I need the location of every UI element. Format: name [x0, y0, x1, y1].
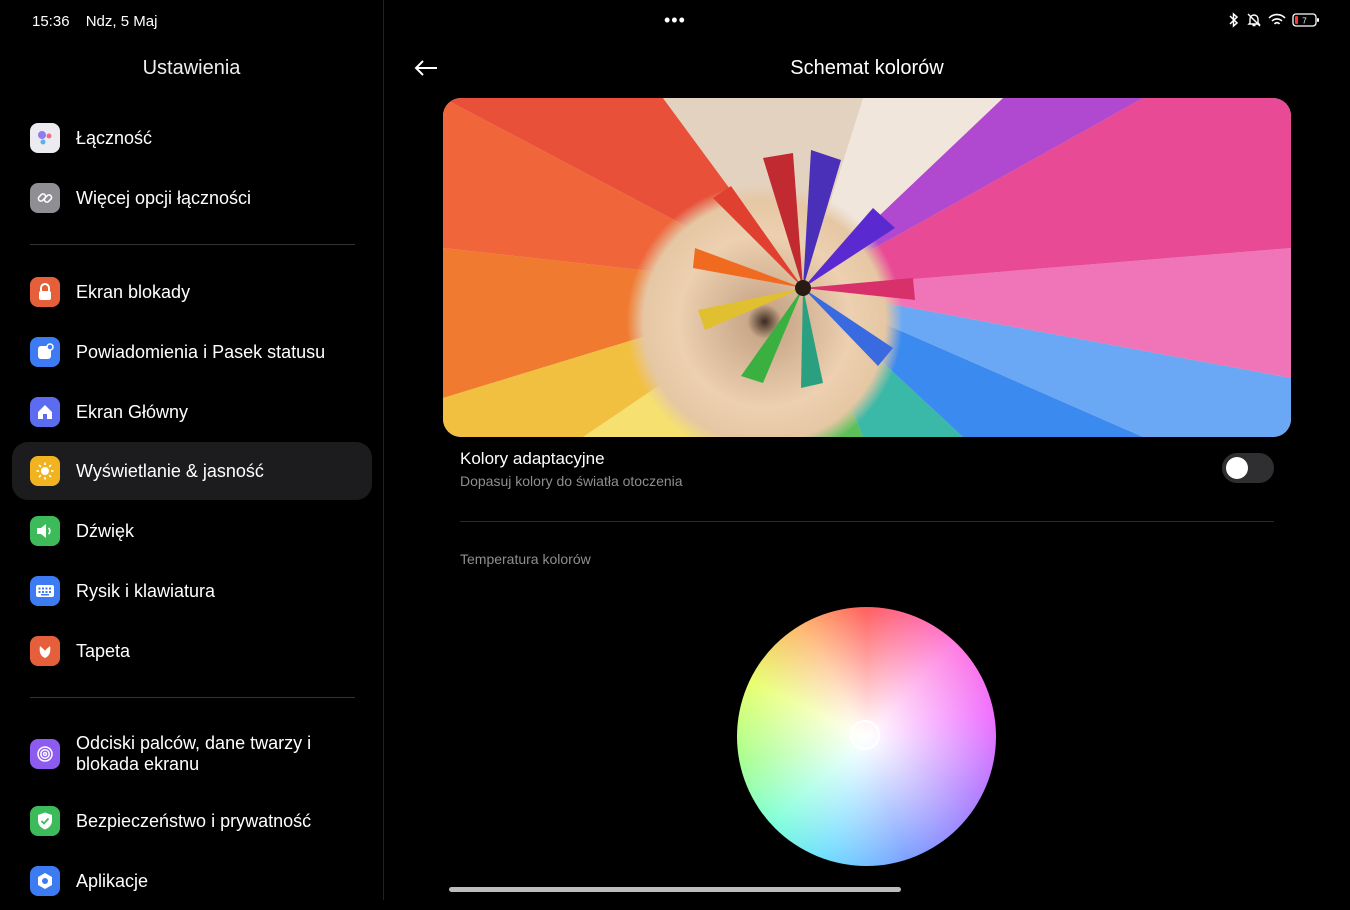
sidebar-item-more-connectivity[interactable]: Więcej opcji łączności [12, 169, 372, 227]
svg-text:7: 7 [1302, 17, 1307, 26]
sidebar-item-label: Łączność [76, 127, 153, 148]
home-gesture-bar[interactable] [449, 887, 901, 892]
sidebar-item-biometrics[interactable]: Odciski palców, dane twarzy i blokada ek… [12, 722, 372, 786]
fingerprint-icon [30, 739, 60, 769]
sidebar-item-apps[interactable]: Aplikacje [12, 852, 372, 910]
sidebar-item-display[interactable]: Wyświetlanie & jasność [12, 442, 372, 500]
sun-icon [30, 456, 60, 486]
bell-off-icon [1247, 13, 1261, 27]
apps-icon [30, 866, 60, 896]
settings-sidebar: Ustawienia Łączność Więcej opcji łącznoś… [0, 0, 384, 900]
link-icon [30, 183, 60, 213]
adaptive-colors-toggle[interactable] [1222, 453, 1274, 483]
adaptive-colors-subtitle: Dopasuj kolory do światła otoczenia [460, 473, 683, 489]
color-wheel-handle[interactable] [850, 720, 880, 750]
color-temperature-label: Temperatura kolorów [460, 551, 591, 567]
sidebar-item-label: Ekran Główny [76, 401, 189, 422]
keyboard-icon [30, 576, 60, 606]
sidebar-item-connectivity[interactable]: Łączność [12, 109, 372, 167]
connectivity-icon [30, 123, 60, 153]
sidebar-divider [30, 697, 355, 698]
speaker-icon [30, 516, 60, 546]
sidebar-item-lock-screen[interactable]: Ekran blokady [12, 263, 372, 321]
home-icon [30, 397, 60, 427]
sidebar-item-home-screen[interactable]: Ekran Główny [12, 383, 372, 441]
color-pencils-preview-image [443, 98, 1291, 437]
battery-icon: 7 [1292, 13, 1319, 27]
sidebar-item-label: Bezpieczeństwo i prywatność [76, 810, 312, 831]
shield-icon [30, 806, 60, 836]
sidebar-item-security[interactable]: Bezpieczeństwo i prywatność [12, 792, 372, 850]
sidebar-item-notifications[interactable]: Powiadomienia i Pasek statusu [12, 323, 372, 381]
lock-icon [30, 277, 60, 307]
sidebar-item-label: Wyświetlanie & jasność [76, 460, 264, 481]
bluetooth-icon [1229, 12, 1239, 28]
sidebar-item-label: Tapeta [76, 640, 131, 661]
page-title: Schemat kolorów [790, 57, 944, 79]
notification-icon [30, 337, 60, 367]
toggle-knob [1226, 457, 1248, 479]
sidebar-title: Ustawienia [142, 57, 241, 79]
sidebar-item-label: Więcej opcji łączności [76, 187, 252, 208]
sidebar-item-label: Ekran blokady [76, 281, 191, 302]
sidebar-item-sound[interactable]: Dźwięk [12, 502, 372, 560]
sidebar-item-label: Rysik i klawiatura [76, 580, 216, 601]
sidebar-item-label: Dźwięk [76, 520, 135, 541]
section-divider [460, 521, 1274, 522]
wifi-icon [1268, 13, 1286, 25]
more-dots-icon[interactable]: ••• [664, 10, 686, 31]
status-icons: 7 [1228, 12, 1320, 28]
sidebar-item-label: Aplikacje [76, 870, 149, 891]
wallpaper-icon [30, 636, 60, 666]
sidebar-divider [30, 244, 355, 245]
sidebar-item-label: Odciski palców, dane twarzy i blokada ek… [76, 733, 312, 774]
sidebar-item-wallpaper[interactable]: Tapeta [12, 622, 372, 680]
adaptive-colors-title: Kolory adaptacyjne [460, 449, 605, 468]
sidebar-item-label: Powiadomienia i Pasek statusu [76, 341, 326, 362]
sidebar-item-stylus-keyboard[interactable]: Rysik i klawiatura [12, 562, 372, 620]
